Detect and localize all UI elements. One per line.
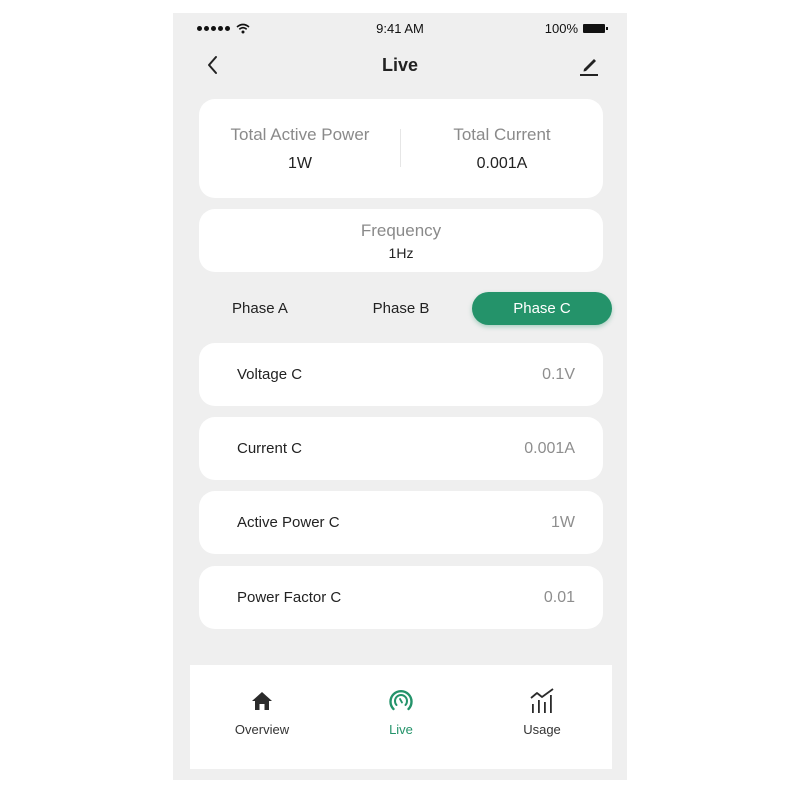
measurement-label: Current C xyxy=(237,440,303,457)
total-current-label: Total Current xyxy=(453,125,551,144)
measurement-label: Active Power C xyxy=(237,514,340,531)
battery-status: 100% xyxy=(544,21,608,36)
measurement-value: 0.001A xyxy=(524,440,575,457)
edit-button[interactable] xyxy=(577,53,601,77)
pencil-icon xyxy=(580,59,598,76)
bottom-tab-overview[interactable]: Overview xyxy=(192,665,332,769)
battery-percent: 100% xyxy=(544,21,578,36)
frequency-card: Frequency 1Hz xyxy=(199,209,603,272)
total-current-value: 0.001A xyxy=(476,155,528,172)
total-active-power: Total Active Power 1W xyxy=(199,99,401,198)
measurement-row-power-factor: Power Factor C 0.01 xyxy=(199,566,603,629)
bottom-tab-label: Live xyxy=(389,722,413,737)
measurement-value: 0.01 xyxy=(543,589,575,606)
chart-icon xyxy=(530,688,554,713)
totals-card: Total Active Power 1W Total Current 0.00… xyxy=(199,99,603,198)
measurement-value: 1W xyxy=(551,514,575,531)
total-active-power-value: 1W xyxy=(288,155,312,172)
total-current: Total Current 0.001A xyxy=(401,99,603,198)
measurement-row-voltage: Voltage C 0.1V xyxy=(199,343,603,406)
measurement-label: Power Factor C xyxy=(237,589,342,606)
phone-screen: 9:41 AM 100% Live Total Active Power 1W … xyxy=(173,13,627,780)
frequency-label: Frequency xyxy=(360,221,442,240)
frequency-value: 1Hz xyxy=(388,245,414,261)
home-icon xyxy=(252,692,272,710)
gauge-icon xyxy=(389,690,413,711)
measurement-row-active-power: Active Power C 1W xyxy=(199,491,603,554)
battery-icon xyxy=(583,24,608,33)
tab-phase-a[interactable]: Phase A xyxy=(189,292,331,325)
nav-bar: Live xyxy=(173,49,627,83)
phase-tabs: Phase A Phase B Phase C xyxy=(189,292,613,325)
page-title: Live xyxy=(381,55,419,75)
measurement-row-current: Current C 0.001A xyxy=(199,417,603,480)
bottom-tab-bar: Overview Live Usage xyxy=(190,665,612,769)
bottom-tab-usage[interactable]: Usage xyxy=(472,665,612,769)
tab-phase-c[interactable]: Phase C xyxy=(472,292,612,325)
tab-phase-b[interactable]: Phase B xyxy=(330,292,472,325)
total-active-power-label: Total Active Power xyxy=(230,125,370,144)
bottom-tab-label: Overview xyxy=(234,722,290,737)
bottom-tab-live[interactable]: Live xyxy=(331,665,471,769)
measurement-value: 0.1V xyxy=(542,366,575,383)
status-bar: 9:41 AM 100% xyxy=(173,13,627,43)
measurement-label: Voltage C xyxy=(237,366,303,383)
bottom-tab-label: Usage xyxy=(523,722,561,737)
